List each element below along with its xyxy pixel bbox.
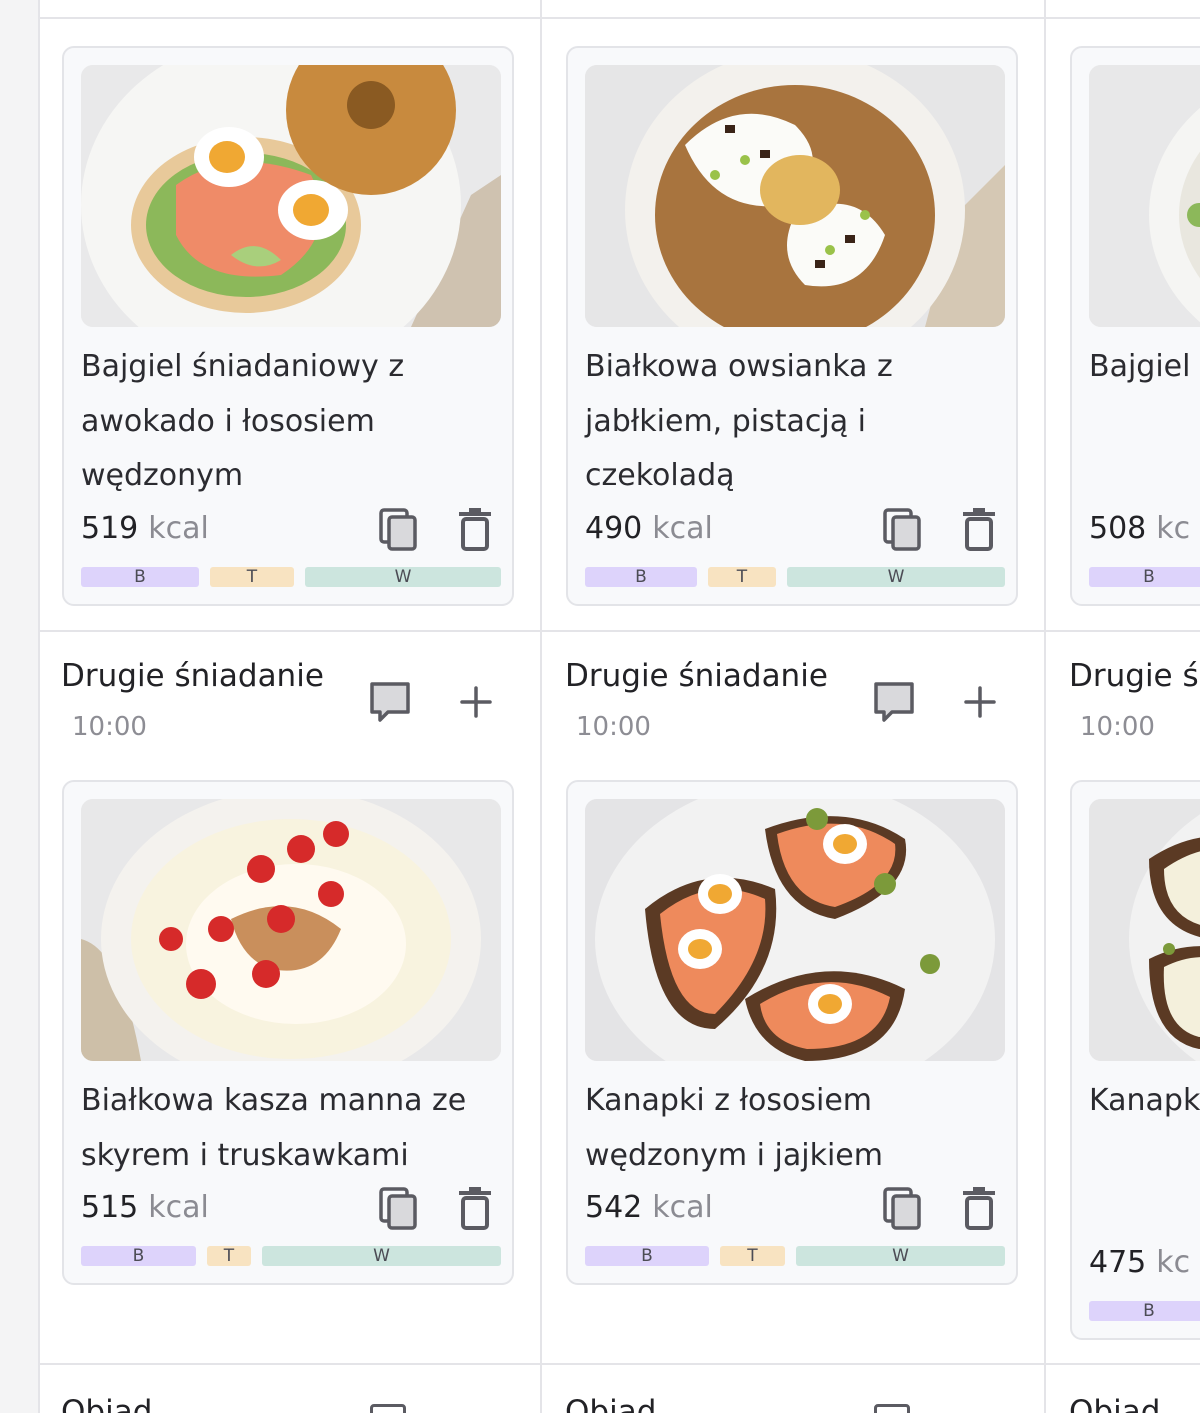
dish-title[interactable]: Białkowa owsianka z jabłkiem, pistacją i… (585, 340, 1015, 504)
note-icon[interactable] (874, 1404, 910, 1413)
dish-calories: 490 kcal (585, 511, 713, 546)
meal-plan-board: Bajgiel śniadaniowy z awokado i łososiem… (38, 0, 1200, 1413)
macro-bar: B (1089, 567, 1200, 587)
macro-carbs: W (787, 567, 1005, 587)
macro-protein: B (585, 567, 697, 587)
dish-calories: 542 kcal (585, 1190, 713, 1225)
calories-value: 542 (585, 1190, 643, 1225)
meal-name: Drugie ś (1069, 658, 1199, 694)
day-column: Białkowa owsianka z jabłkiem, pistacją i… (542, 0, 1044, 1413)
dish-calories: 475 kc (1089, 1245, 1190, 1280)
dish-photo (1089, 65, 1200, 327)
macro-fat: T (720, 1246, 785, 1266)
dish-card[interactable]: Białkowa owsianka z jabłkiem, pistacją i… (566, 46, 1018, 606)
calories-unit: kcal (148, 511, 209, 546)
copy-icon[interactable] (377, 1185, 421, 1233)
meal-name: Obiad (61, 1394, 153, 1413)
calories-value: 490 (585, 511, 643, 546)
macro-bar: B T W (81, 567, 501, 587)
macro-bar: B T W (585, 1246, 1005, 1266)
plus-icon[interactable] (452, 678, 500, 726)
note-icon[interactable] (870, 678, 918, 726)
dish-title[interactable]: Białkowa kasza manna ze skyrem i truskaw… (81, 1074, 511, 1183)
meal-header: Drugie śniadanie 10:00 (565, 658, 1025, 754)
meal-name: Obiad (1069, 1394, 1161, 1413)
meal-time: 10:00 (576, 712, 651, 742)
dish-card[interactable]: Kanapki z łososiem wędzonym i jajkiem 54… (566, 780, 1018, 1285)
macro-protein: B (1089, 1301, 1200, 1321)
dish-card[interactable]: Bajgiel śniadaniowy z awokado i łososiem… (62, 46, 514, 606)
dish-photo (585, 65, 1005, 327)
calories-unit: kc (1156, 511, 1191, 546)
trash-icon[interactable] (453, 1185, 497, 1233)
meal-header: Drugie śniadanie 10:00 (61, 658, 521, 754)
calories-unit: kcal (148, 1190, 209, 1225)
dish-card[interactable]: Bajgiel awokado i serem 508 kc B (1070, 46, 1200, 606)
trash-icon[interactable] (957, 506, 1001, 554)
dish-photo (81, 799, 501, 1061)
macro-protein: B (81, 567, 199, 587)
note-icon[interactable] (366, 678, 414, 726)
copy-icon[interactable] (881, 1185, 925, 1233)
dish-photo (81, 65, 501, 327)
meal-name: Drugie śniadanie (61, 658, 324, 694)
dish-title[interactable]: Bajgiel śniadaniowy z awokado i łososiem… (81, 340, 511, 504)
calories-value: 508 (1089, 511, 1147, 546)
meal-name: Obiad (565, 1394, 657, 1413)
macro-protein: B (585, 1246, 709, 1266)
copy-icon[interactable] (377, 506, 421, 554)
macro-protein: B (81, 1246, 196, 1266)
dish-photo (585, 799, 1005, 1061)
macro-carbs: W (305, 567, 501, 587)
trash-icon[interactable] (957, 1185, 1001, 1233)
meal-name: Drugie śniadanie (565, 658, 828, 694)
dish-calories: 519 kcal (81, 511, 209, 546)
dish-card[interactable]: Kanapk sałatka rzodkie 475 kc B (1070, 780, 1200, 1340)
plus-icon[interactable] (956, 678, 1004, 726)
dish-title[interactable]: Kanapk sałatka rzodkie (1089, 1074, 1200, 1129)
macro-bar: B T W (585, 567, 1005, 587)
calories-value: 475 (1089, 1245, 1147, 1280)
day-column: Bajgiel śniadaniowy z awokado i łososiem… (38, 0, 540, 1413)
macro-bar: B T W (81, 1246, 501, 1266)
macro-carbs: W (262, 1246, 501, 1266)
macro-carbs: W (796, 1246, 1005, 1266)
trash-icon[interactable] (453, 506, 497, 554)
dish-card[interactable]: Białkowa kasza manna ze skyrem i truskaw… (62, 780, 514, 1285)
calories-unit: kcal (652, 511, 713, 546)
calories-unit: kcal (652, 1190, 713, 1225)
meal-time: 10:00 (72, 712, 147, 742)
calories-value: 515 (81, 1190, 139, 1225)
dish-calories: 508 kc (1089, 511, 1190, 546)
day-column: Bajgiel awokado i serem 508 kc B Drugie ś… (1046, 0, 1200, 1413)
calories-value: 519 (81, 511, 139, 546)
macro-fat: T (210, 567, 294, 587)
meal-header: Drugie ś 10:00 (1069, 658, 1200, 754)
note-icon[interactable] (370, 1404, 406, 1413)
macro-fat: T (708, 567, 776, 587)
macro-protein: B (1089, 567, 1200, 587)
dish-calories: 515 kcal (81, 1190, 209, 1225)
copy-icon[interactable] (881, 506, 925, 554)
dish-photo (1089, 799, 1200, 1061)
dish-title[interactable]: Kanapki z łososiem wędzonym i jajkiem (585, 1074, 1015, 1183)
meal-time: 10:00 (1080, 712, 1155, 742)
macro-bar: B (1089, 1301, 1200, 1321)
calories-unit: kc (1156, 1245, 1191, 1280)
dish-title[interactable]: Bajgiel awokado i serem (1089, 340, 1200, 395)
macro-fat: T (207, 1246, 251, 1266)
